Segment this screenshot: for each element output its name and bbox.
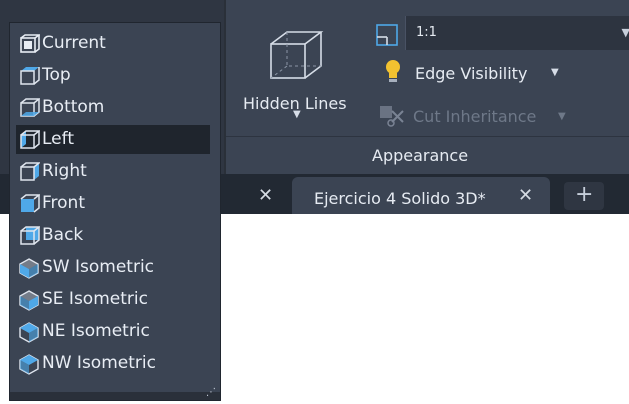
resize-grip-icon[interactable]: ⋰ (206, 387, 216, 398)
scale-value: 1:1 (416, 25, 437, 40)
tab-previous[interactable]: ✕ (222, 177, 288, 214)
menu-item-sw-isometric[interactable]: SW Isometric (16, 253, 210, 282)
menu-item-label: SW Isometric (42, 257, 155, 277)
right-view-icon (20, 162, 40, 181)
menu-item-label: NE Isometric (42, 321, 150, 341)
chevron-down-icon: ▼ (558, 111, 566, 122)
menu-item-right[interactable]: Right (16, 157, 210, 186)
chevron-down-icon[interactable]: ▼ (293, 109, 301, 120)
tab-title: Ejercicio 4 Solido 3D* (314, 189, 486, 208)
tab-active-document[interactable]: Ejercicio 4 Solido 3D* ✕ (292, 177, 550, 214)
add-tab-button[interactable]: + (564, 182, 604, 210)
menu-item-back[interactable]: Back (16, 221, 210, 250)
menu-item-current[interactable]: Current (16, 29, 210, 58)
edge-visibility-label[interactable]: Edge Visibility (415, 64, 527, 83)
view-dropdown-menu: Current Top Bottom Left Right Front Back… (9, 22, 221, 401)
menu-item-se-isometric[interactable]: SE Isometric (16, 285, 210, 314)
ribbon-divider (226, 136, 629, 137)
cut-inheritance-label[interactable]: Cut Inheritance (413, 107, 536, 126)
current-view-icon (20, 34, 40, 53)
menu-item-label: Bottom (42, 97, 105, 117)
viewport-scale-icon (376, 24, 398, 46)
lightbulb-icon (386, 60, 400, 82)
menu-item-label: SE Isometric (42, 289, 148, 309)
nw-isometric-icon (19, 354, 39, 375)
scale-dropdown[interactable]: 1:1 ▼ (405, 16, 629, 50)
menu-item-label: Front (42, 193, 85, 213)
panel-separator (224, 0, 226, 174)
menu-item-left[interactable]: Left (16, 125, 210, 154)
plus-icon: + (575, 182, 594, 207)
menu-item-front[interactable]: Front (16, 189, 210, 218)
menu-item-label: NW Isometric (42, 353, 156, 373)
menu-item-top[interactable]: Top (16, 61, 210, 90)
menu-item-nw-isometric[interactable]: NW Isometric (16, 349, 210, 378)
chevron-down-icon[interactable]: ▼ (551, 67, 559, 78)
menu-item-label: Left (42, 129, 74, 149)
ne-isometric-icon (19, 322, 39, 343)
menu-item-bottom[interactable]: Bottom (16, 93, 210, 122)
left-view-icon (20, 130, 40, 149)
back-view-icon (20, 226, 40, 245)
close-icon[interactable]: ✕ (258, 185, 273, 206)
menu-item-label: Right (42, 161, 87, 181)
bottom-view-icon (20, 98, 40, 117)
se-isometric-icon (19, 290, 39, 311)
close-icon[interactable]: ✕ (518, 185, 533, 206)
front-view-icon (20, 194, 40, 213)
menu-item-label: Current (42, 33, 106, 53)
menu-item-label: Top (42, 65, 71, 85)
menu-item-ne-isometric[interactable]: NE Isometric (16, 317, 210, 346)
appearance-panel-title: Appearance (372, 146, 469, 165)
hidden-lines-cube-icon[interactable] (265, 26, 327, 86)
menu-item-label: Back (42, 225, 84, 245)
sw-isometric-icon (19, 258, 39, 279)
top-view-icon (20, 67, 40, 85)
chevron-down-icon[interactable]: ▼ (622, 26, 629, 39)
dropdown-footer (10, 392, 220, 400)
cut-inheritance-icon (380, 106, 404, 127)
